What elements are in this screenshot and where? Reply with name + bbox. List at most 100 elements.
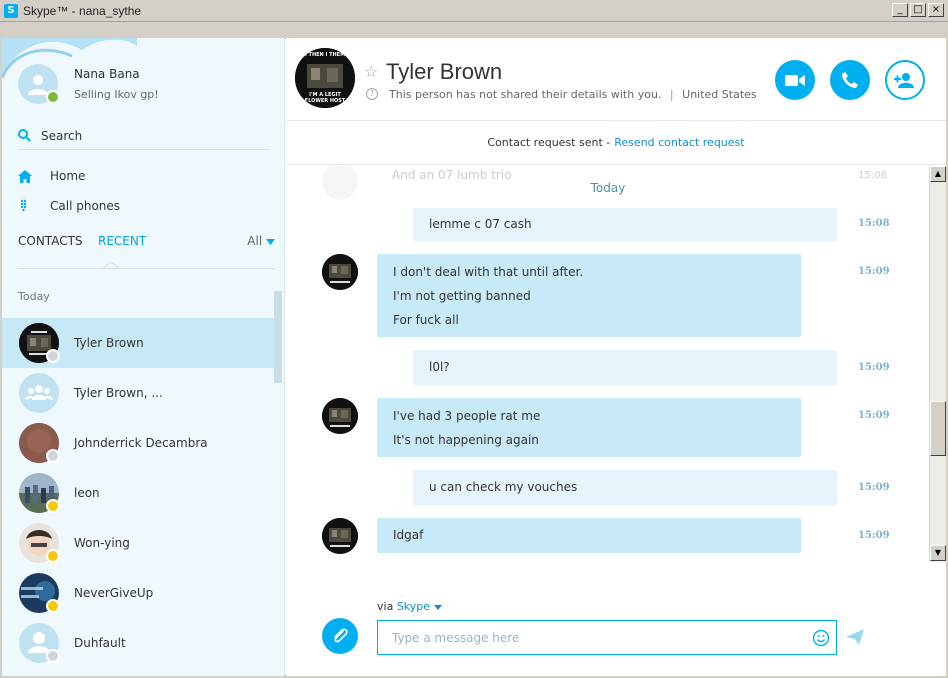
message-line: For fuck all — [393, 313, 459, 327]
message-bubble-incoming[interactable]: Idgaf — [377, 518, 801, 553]
paperclip-icon — [334, 628, 348, 643]
window-title: Skype™ - nana_sythe — [23, 3, 142, 18]
group-icon — [25, 385, 53, 400]
message-time: 15:09 — [858, 362, 890, 373]
message-bubble-incoming[interactable]: I've had 3 people rat me It's not happen… — [377, 398, 801, 457]
presence-unknown-icon — [46, 649, 60, 663]
nav-home[interactable]: Home — [18, 164, 85, 188]
contact-name: leon — [74, 486, 100, 500]
filter-all-label: All — [247, 234, 263, 248]
message-bubble-incoming[interactable]: I don't deal with that until after. I'm … — [377, 254, 801, 337]
window-gap — [0, 22, 948, 38]
message-time: 15:09 — [858, 410, 890, 421]
filter-all-dropdown[interactable]: All — [247, 234, 275, 248]
send-icon[interactable] — [846, 629, 864, 645]
close-button[interactable]: × — [928, 3, 944, 17]
scroll-thumb[interactable] — [930, 401, 946, 456]
contact-item-johnderrick-decambra[interactable]: Johnderrick Decambra — [2, 418, 274, 468]
contact-location: United States — [682, 88, 757, 101]
contact-request-bar: Contact request sent - Resend contact re… — [286, 121, 946, 165]
info-icon: ? — [366, 88, 378, 100]
contact-request-text: Contact request sent - — [487, 136, 611, 149]
chevron-down-icon — [433, 605, 442, 610]
contact-name: Won-ying — [74, 536, 130, 550]
phone-icon — [842, 72, 858, 88]
avatar-caption-bottom: I'M A LEGIT FLOWER HOST — [304, 92, 346, 104]
tab-contacts[interactable]: CONTACTS — [18, 234, 83, 248]
presence-away-icon — [46, 549, 60, 563]
contact-header-avatar[interactable]: I THEN I THEM I'M A LEGIT FLOWER HOST — [295, 48, 355, 108]
resend-contact-request-link[interactable]: Resend contact request — [614, 136, 744, 149]
home-icon — [18, 169, 32, 183]
sender-avatar[interactable] — [322, 398, 358, 434]
scroll-up-button[interactable]: ▲ — [930, 166, 946, 182]
contact-item-leon[interactable]: leon — [2, 468, 274, 518]
send-via-selector[interactable]: via Skype — [377, 600, 442, 613]
video-camera-icon — [785, 74, 805, 86]
my-name[interactable]: Nana Bana — [74, 67, 140, 81]
message-time: 15:08 — [858, 218, 890, 229]
nav-call-phones[interactable]: Call phones — [18, 194, 120, 218]
skype-app-icon: S — [4, 3, 18, 18]
contact-header-details: This person has not shared their details… — [389, 88, 757, 101]
contact-header-name[interactable]: Tyler Brown — [386, 59, 502, 85]
message-line: I've had 3 people rat me — [393, 409, 541, 423]
tab-recent[interactable]: RECENT — [98, 234, 146, 248]
contact-privacy-note: This person has not shared their details… — [389, 88, 662, 101]
contact-item-duhfault[interactable]: Duhfault — [2, 618, 274, 668]
scroll-down-button[interactable]: ▼ — [930, 545, 946, 561]
search-button[interactable]: Search — [18, 122, 270, 150]
title-bar: S Skype™ - nana_sythe _ □ × — [0, 0, 948, 22]
message-line: u can check my vouches — [429, 480, 578, 494]
my-mood-message[interactable]: Selling Ikov gp! — [74, 88, 159, 101]
contact-item-nevergiveup[interactable]: NeverGiveUp — [2, 568, 274, 618]
minimize-button[interactable]: _ — [892, 3, 908, 17]
attach-button[interactable] — [322, 618, 358, 654]
maximize-button[interactable]: □ — [910, 3, 926, 17]
favorite-star-icon[interactable]: ☆ — [364, 62, 378, 81]
details-separator: | — [669, 88, 674, 101]
search-label: Search — [41, 128, 83, 143]
faded-time: 15:08 — [858, 170, 887, 181]
message-bubble-outgoing[interactable]: l0l? — [413, 350, 837, 385]
sender-avatar[interactable] — [322, 254, 358, 290]
presence-away-icon — [46, 599, 60, 613]
message-time: 15:09 — [858, 482, 890, 493]
group-avatar — [19, 373, 59, 413]
my-presence-online-icon — [46, 90, 60, 104]
message-bubble-outgoing[interactable]: u can check my vouches — [413, 470, 837, 505]
via-prefix: via — [377, 600, 394, 613]
avatar-caption-top: I THEN I THEM — [304, 52, 346, 58]
message-line: I'm not getting banned — [393, 289, 531, 303]
faded-message: And an 07 lumb trio — [392, 168, 512, 182]
message-time: 15:09 — [858, 530, 890, 541]
via-service: Skype — [396, 600, 431, 613]
message-time: 15:09 — [858, 266, 890, 277]
message-history: And an 07 lumb trio 15:08 Today lemme c … — [286, 166, 946, 566]
presence-unknown-icon — [46, 349, 60, 363]
contact-name: Johnderrick Decambra — [74, 436, 208, 450]
chat-scrollbar[interactable]: ▲ ▼ — [929, 166, 946, 562]
tabs-divider — [18, 268, 275, 269]
contact-item-tyler-brown[interactable]: Tyler Brown — [2, 318, 274, 368]
message-line: It's not happening again — [393, 433, 539, 447]
message-bubble-outgoing[interactable]: lemme c 07 cash — [413, 208, 837, 241]
contact-item-tyler-brown-group[interactable]: Tyler Brown, ... — [2, 368, 274, 418]
message-input[interactable] — [392, 630, 792, 645]
message-line: l0l? — [429, 360, 450, 374]
emoticon-icon[interactable] — [812, 629, 830, 647]
chevron-down-icon — [266, 239, 275, 245]
section-today-label: Today — [18, 290, 50, 303]
sidebar-scrollbar[interactable] — [274, 291, 282, 383]
video-call-button[interactable] — [775, 60, 815, 100]
nav-call-phones-label: Call phones — [50, 199, 121, 213]
search-icon — [18, 129, 31, 142]
audio-call-button[interactable] — [830, 60, 870, 100]
message-composer[interactable] — [377, 620, 837, 655]
message-line: lemme c 07 cash — [429, 217, 532, 231]
sender-avatar[interactable] — [322, 518, 358, 554]
presence-unknown-icon — [46, 449, 60, 463]
add-people-button[interactable] — [885, 60, 925, 100]
recent-contact-list: Tyler Brown Tyler Brown, ... Johnderrick… — [2, 318, 274, 668]
contact-item-won-ying[interactable]: Won-ying — [2, 518, 274, 568]
